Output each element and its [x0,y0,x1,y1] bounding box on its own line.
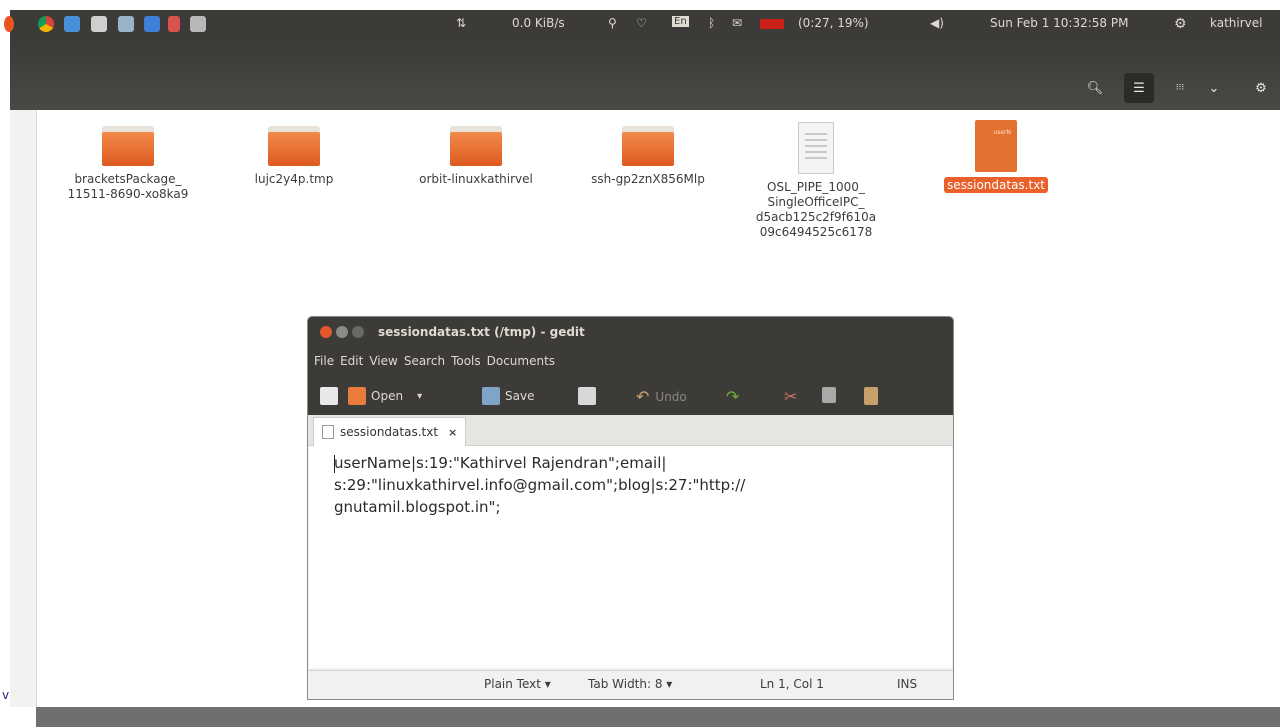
accessibility-icon[interactable]: ⚲ [608,16,617,30]
undo-label: Undo [655,389,687,404]
new-document-icon [320,387,338,405]
corner-text: v [2,688,10,702]
game-icon[interactable] [190,16,206,32]
save-button[interactable]: Save [482,387,534,405]
menu-documents[interactable]: Documents [487,354,555,368]
network-arrows-icon[interactable]: ⇅ [456,16,466,30]
file-label: orbit-linuxkathirvel [419,172,533,186]
folder-icon [450,124,502,166]
insert-mode[interactable]: INS [897,677,917,691]
print-button[interactable] [578,387,601,405]
sidebar [10,110,37,707]
volume-icon[interactable]: ◀) [930,16,944,30]
bottom-bar [36,707,1280,727]
toolbar: Open ▾ Save ↶ Undo ↷ ✂ [308,375,953,415]
list-view-icon[interactable]: ☰ [1124,73,1154,103]
cut-button[interactable]: ✂ [784,387,797,406]
open-label: Open [371,389,404,403]
file-icon [322,425,334,439]
document-tab[interactable]: sessiondatas.txt × [313,417,467,446]
document-icon[interactable] [64,16,80,32]
file-item[interactable]: OSL_PIPE_1000_ SingleOfficeIPC_ d5acb125… [745,122,887,240]
copy-button[interactable] [822,387,841,403]
tab-label: sessiondatas.txt [340,425,439,439]
document-tabs: sessiondatas.txt × [308,415,953,446]
paste-icon [864,387,878,405]
folder-icon [102,124,154,166]
mail-icon[interactable]: ✉ [732,16,742,30]
file-thumbnail-text: userN [993,129,1011,136]
keyboard-layout[interactable]: En [672,16,689,27]
tab-width-selector[interactable]: Tab Width: 8 ▾ [588,677,672,691]
redo-button[interactable]: ↷ [726,387,739,406]
file-label: ssh-gp2znX856Mlp [591,172,705,186]
menu-file[interactable]: File [314,354,334,368]
undo-button[interactable]: ↶ Undo [636,387,687,406]
file-label: sessiondatas.txt [943,177,1049,193]
tab-close-icon[interactable]: × [448,426,457,439]
new-button[interactable] [320,387,343,405]
cursor-position: Ln 1, Col 1 [760,677,824,691]
bluetooth-icon[interactable]: ᛒ [708,16,715,30]
undo-icon: ↶ [636,387,650,406]
grid-view-icon[interactable]: ⁝⁝⁝ [1165,73,1195,103]
datetime[interactable]: Sun Feb 1 10:32:58 PM [990,16,1128,30]
close-icon[interactable] [320,326,332,338]
text-file-icon: userN [975,120,1017,172]
menu-search[interactable]: Search [404,354,445,368]
transfer-icon[interactable] [168,16,180,32]
user-name[interactable]: kathirvel [1210,16,1263,30]
statusbar: Plain Text ▾ Tab Width: 8 ▾ Ln 1, Col 1 … [308,670,953,699]
camera-icon[interactable] [91,16,107,32]
cut-icon: ✂ [784,387,798,406]
chrome-icon[interactable] [38,16,54,32]
window-titlebar[interactable]: sessiondatas.txt (/tmp) - gedit [308,317,953,347]
battery-status[interactable]: (0:27, 19%) [798,16,869,30]
save-label: Save [505,389,535,403]
screenshot-icon[interactable] [144,16,160,32]
battery-icon[interactable] [760,19,784,29]
menu-tools[interactable]: Tools [451,354,481,368]
maximize-icon[interactable] [352,326,364,338]
file-item[interactable]: lujc2y4p.tmp [234,124,354,187]
system-monitor-icon[interactable] [118,16,134,32]
wifi-icon[interactable]: ♡ [636,16,647,30]
language-selector[interactable]: Plain Text ▾ [484,677,551,691]
copy-icon [822,387,836,403]
file-item[interactable]: ssh-gp2znX856Mlp [573,124,723,187]
file-item-selected[interactable]: userN sessiondatas.txt [926,120,1066,193]
file-item[interactable]: bracketsPackage_ 11511-8690-xo8ka9 [58,124,198,202]
open-dropdown-icon[interactable]: ▾ [417,391,422,402]
search-icon[interactable]: 🔍︎ [1080,73,1110,103]
minimize-icon[interactable] [336,326,348,338]
folder-icon [622,124,674,166]
chevron-down-icon[interactable]: ⌄ [1199,73,1229,103]
window-title: sessiondatas.txt (/tmp) - gedit [378,325,585,339]
file-label: OSL_PIPE_1000_ SingleOfficeIPC_ d5acb125… [755,180,877,239]
file-item[interactable]: orbit-linuxkathirvel [396,124,556,187]
paste-button[interactable] [864,387,883,405]
open-folder-icon [348,387,366,405]
top-panel: ⇅ 0.0 KiB/s ⚲ ♡ En ᛒ ✉ (0:27, 19%) ◀) Su… [4,10,1280,38]
network-speed[interactable]: 0.0 KiB/s [512,16,565,30]
settings-icon[interactable]: ⚙ [1246,73,1276,103]
ubuntu-logo-icon[interactable] [4,16,14,32]
text-editor[interactable]: userName|s:19:"Kathirvel Rajendran";emai… [309,446,952,668]
gedit-window: sessiondatas.txt (/tmp) - gedit File Edi… [307,316,954,700]
menu-edit[interactable]: Edit [340,354,363,368]
settings-gear-icon[interactable]: ⚙ [1174,16,1187,32]
open-button[interactable]: Open ▾ [348,387,422,405]
editor-content[interactable]: userName|s:19:"Kathirvel Rajendran";emai… [334,452,834,518]
folder-icon [268,124,320,166]
file-label: lujc2y4p.tmp [254,172,334,186]
document-file-icon [798,122,834,174]
file-label: bracketsPackage_ 11511-8690-xo8ka9 [67,172,189,201]
redo-icon: ↷ [726,387,740,406]
print-icon [578,387,596,405]
menubar: File Edit View Search Tools Documents [308,347,953,375]
save-icon [482,387,500,405]
menu-view[interactable]: View [369,354,397,368]
